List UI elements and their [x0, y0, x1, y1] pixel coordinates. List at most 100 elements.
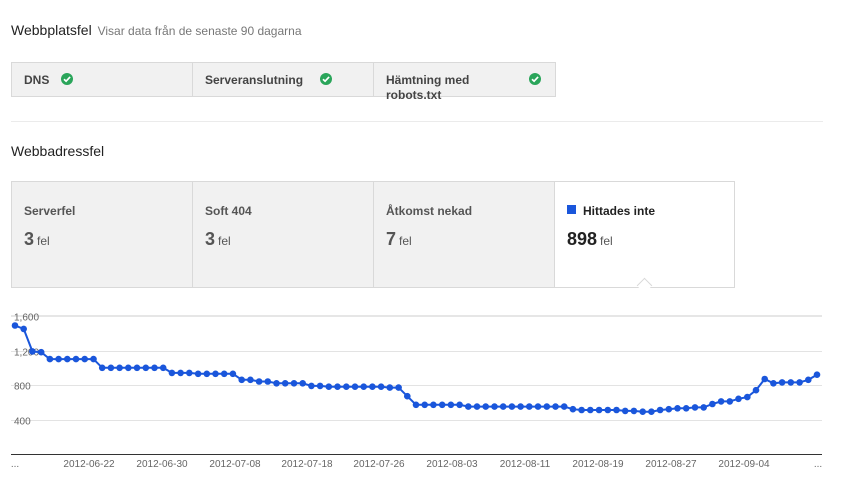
data-point [508, 403, 516, 410]
data-point [55, 355, 62, 363]
tile-count-value: 7 [386, 229, 397, 249]
data-point [72, 355, 80, 363]
data-point [482, 403, 490, 410]
data-point [421, 401, 429, 409]
x-tick-label: ... [814, 459, 822, 470]
data-point [473, 403, 481, 410]
data-point [377, 383, 385, 390]
data-point [412, 401, 420, 409]
tile-soft-404[interactable]: Soft 404 3 fel [192, 181, 373, 288]
data-point [81, 355, 88, 363]
chart-svg: 1,600 1,200 800 400... 2012-06-22 2012-06-30 2… [11, 313, 822, 471]
x-tick-label: 2012-08-19 [572, 459, 624, 470]
data-point [20, 325, 28, 333]
tile-not-found[interactable]: Hittades inte 898 fel [554, 181, 735, 294]
tile-count: 898 fel [567, 229, 613, 250]
data-point [125, 364, 132, 372]
site-error-dns[interactable]: DNS [12, 63, 193, 96]
data-point [159, 364, 167, 372]
data-point [465, 403, 472, 410]
check-icon [320, 73, 332, 85]
data-point [552, 403, 559, 410]
site-error-server-connection[interactable]: Serveranslutning [193, 63, 374, 96]
data-point [404, 392, 411, 400]
data-point [395, 384, 402, 391]
y-tick-label: 1,600 [14, 313, 39, 324]
data-point [526, 403, 533, 410]
site-error-label: DNS [24, 73, 50, 87]
legend-swatch [567, 205, 576, 214]
data-point [107, 364, 115, 372]
data-point [691, 404, 699, 411]
tile-count-unit: fel [399, 234, 412, 248]
site-errors-heading: Webbplatsfel Visar data från de senaste … [11, 22, 302, 38]
tile-label: Åtkomst nekad [386, 204, 473, 218]
data-point [456, 401, 463, 409]
data-point [220, 370, 228, 378]
x-tick-label: 2012-08-03 [426, 459, 478, 470]
data-point [212, 370, 219, 378]
data-point [11, 322, 19, 329]
data-point [46, 355, 54, 363]
data-point [770, 380, 777, 387]
data-point [787, 379, 795, 386]
tile-label: Hittades inte [583, 204, 656, 218]
tile-count-value: 898 [567, 229, 598, 249]
data-point [203, 370, 211, 378]
data-point [290, 380, 298, 387]
data-point [264, 378, 272, 385]
tile-count-value: 3 [24, 229, 35, 249]
check-icon [529, 73, 541, 85]
data-point [194, 370, 202, 378]
data-point [491, 403, 498, 410]
data-point [744, 393, 751, 401]
x-tick-label: 2012-09-04 [718, 459, 770, 470]
data-point [630, 407, 638, 415]
data-point [700, 404, 707, 411]
site-error-robots-fetch[interactable]: Hämtning med robots.txt [374, 63, 555, 102]
data-point [726, 398, 734, 405]
tile-access-denied[interactable]: Åtkomst nekad 7 fel [373, 181, 554, 288]
x-tick-label: 2012-08-11 [500, 459, 551, 470]
url-errors-chart: 1,600 1,200 800 400... 2012-06-22 2012-06-30 2… [0, 300, 841, 477]
data-point [229, 370, 237, 378]
data-point [674, 405, 681, 412]
url-error-categories: Serverfel 3 fel Soft 404 3 fel Åtkomst nek… [11, 181, 735, 294]
data-point [334, 383, 341, 390]
data-point [778, 379, 786, 386]
data-point [604, 406, 612, 414]
data-point [665, 405, 673, 413]
data-point [595, 406, 603, 414]
data-point [273, 380, 280, 387]
data-point [761, 375, 768, 383]
tile-count-value: 3 [205, 229, 216, 249]
tile-count-unit: fel [600, 234, 613, 248]
x-tick-label: 2012-07-08 [209, 459, 261, 470]
data-point [98, 364, 106, 372]
data-point [813, 371, 821, 378]
data-point [116, 364, 123, 372]
data-point [177, 369, 184, 377]
section-divider [11, 121, 823, 122]
data-point [438, 401, 446, 409]
data-point [386, 384, 394, 391]
x-tick-label: 2012-07-18 [281, 459, 333, 470]
tile-count-unit: fel [218, 234, 231, 248]
data-point [796, 379, 803, 386]
data-point [534, 403, 542, 410]
data-point [587, 406, 594, 414]
site-error-label: Hämtning med robots.txt [386, 73, 470, 102]
data-point [517, 403, 524, 410]
tile-server-error[interactable]: Serverfel 3 fel [11, 181, 192, 288]
data-point [543, 403, 551, 410]
data-point [37, 348, 45, 356]
tile-count: 3 fel [205, 229, 231, 250]
y-tick-label: 400 [14, 417, 31, 428]
data-point [90, 355, 97, 363]
x-tick-label: ... [11, 459, 19, 470]
data-point [308, 382, 315, 390]
data-point [735, 395, 742, 403]
data-point [316, 382, 324, 390]
url-errors-title: Webbadressfel [11, 143, 105, 159]
data-point [709, 400, 716, 408]
